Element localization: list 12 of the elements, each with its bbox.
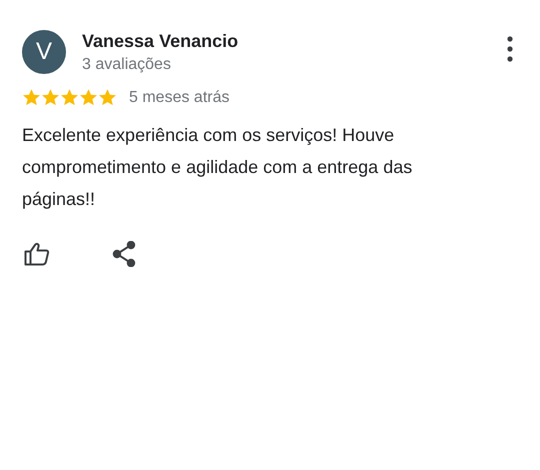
star-icon	[98, 88, 117, 107]
review-count: 3 avaliações	[82, 56, 172, 74]
share-icon[interactable]	[112, 241, 136, 267]
star-icon	[60, 88, 79, 107]
star-icon	[41, 88, 60, 107]
review-time: 5 meses atrás	[129, 88, 230, 106]
star-icon	[22, 88, 41, 107]
thumbs-up-icon[interactable]	[24, 242, 50, 266]
review-text: Excelente experiência com os serviços! Houve comprometimento e agilidade com a entrega das páginas!!	[22, 124, 414, 211]
star-icon	[79, 88, 98, 107]
reviewer-name[interactable]: Vanessa Venancio	[82, 31, 484, 52]
avatar: V	[22, 30, 66, 74]
